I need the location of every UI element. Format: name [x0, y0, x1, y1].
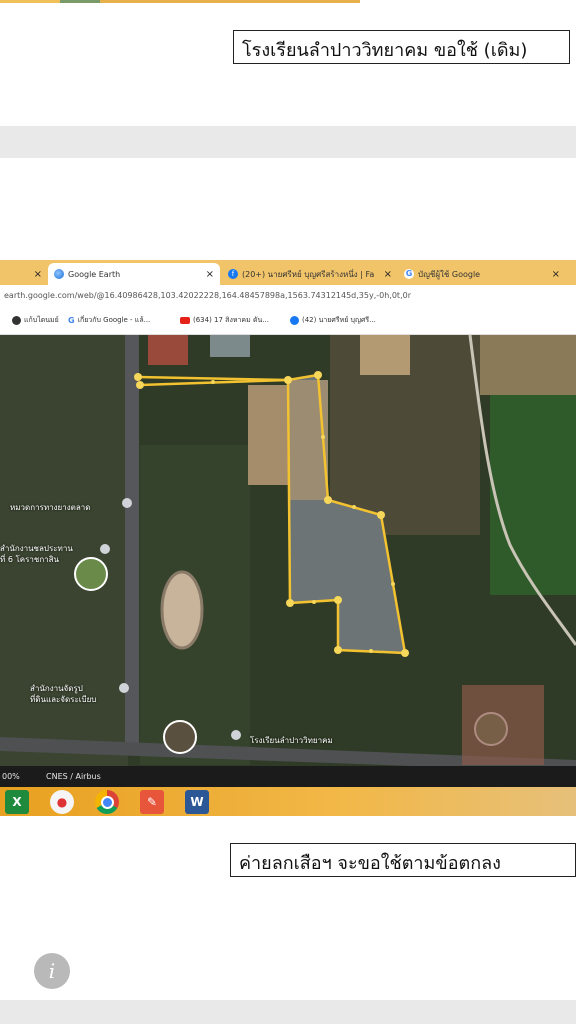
document-page-1: โรงเรียนลำปาววิทยาคม ขอใช้ (เดิม) — [0, 0, 576, 126]
caption-box-original: โรงเรียนลำปาววิทยาคม ขอใช้ (เดิม) — [233, 30, 570, 64]
satellite-imagery — [0, 335, 576, 772]
tab-facebook[interactable]: f (20+) นายศรีหย์ บุญศรีสร้างหนึ่ง | Fa … — [222, 263, 398, 285]
stadium-track — [148, 335, 188, 365]
bookmark-label: แก้บไดนมย์ — [24, 316, 59, 324]
bookmark-label: (634) 17 สิงหาคม ดัน... — [193, 316, 269, 324]
boundary-vertex[interactable] — [334, 596, 342, 604]
google-earth-icon — [54, 269, 64, 279]
google-icon: G — [68, 316, 75, 325]
excel-icon[interactable]: X — [5, 790, 29, 814]
map-label-line: ที่ดินและจัดระเบียบ — [30, 695, 97, 704]
boundary-vertex[interactable] — [286, 599, 294, 607]
imagery-credit: CNES / Airbus — [46, 772, 101, 781]
boundary-vertex[interactable] — [334, 646, 342, 654]
boundary-vertex[interactable] — [324, 496, 332, 504]
google-icon: G — [404, 269, 414, 279]
place-thumbnail[interactable] — [163, 720, 197, 754]
bookmark-label: (42) นายศรีหย์ บุญศรี... — [302, 316, 376, 324]
building — [210, 335, 250, 357]
map-label[interactable]: โรงเรียนลำปาววิทยาคม — [250, 734, 333, 747]
map-pin-icon[interactable] — [119, 683, 129, 693]
bookmark-item[interactable]: แก้บไดนมย์ — [12, 315, 59, 326]
facebook-icon — [290, 316, 299, 325]
tab-close-icon[interactable]: × — [384, 269, 392, 280]
boundary-midpoint[interactable] — [211, 380, 215, 384]
boundary-vertex[interactable] — [377, 511, 385, 519]
bare-field — [248, 385, 290, 485]
map-label-line: ที่ 6 โคราชกาสิน — [0, 555, 60, 564]
youtube-icon — [180, 317, 190, 324]
map-footer: 00% CNES / Airbus — [0, 766, 576, 787]
tab-google-account[interactable]: G บัญชีผู้ใช้ Google × — [398, 263, 566, 285]
map-pin-icon[interactable] — [122, 498, 132, 508]
map-label[interactable]: หมวดการทางยางตลาด — [10, 501, 90, 514]
tab-close-icon[interactable]: × — [34, 269, 42, 280]
field-area — [480, 335, 576, 395]
globe-icon — [12, 316, 21, 325]
bookmark-label: เกี่ยวกับ Google - แล้... — [77, 316, 151, 324]
browser-screenshot: × Google Earth × f (20+) นายศรีหย์ บุญศร… — [0, 260, 576, 816]
boundary-midpoint[interactable] — [321, 435, 325, 439]
security-icon[interactable]: ● — [50, 790, 74, 814]
page-top-strip — [60, 0, 100, 3]
boundary-midpoint[interactable] — [312, 600, 316, 604]
zoom-readout: 00% — [2, 772, 20, 781]
tab-close-icon[interactable]: × — [552, 269, 560, 280]
windows-taskbar: X ● ✎ W — [0, 787, 576, 816]
boundary-vertex[interactable] — [134, 373, 142, 381]
map-label[interactable]: สำนักงานชลประทาน ที่ 6 โคราชกาสิน — [0, 543, 73, 565]
boundary-vertex[interactable] — [401, 649, 409, 657]
tab-close-icon[interactable]: × — [206, 269, 214, 280]
paint-icon[interactable]: ✎ — [140, 790, 164, 814]
field-area — [490, 395, 576, 595]
satellite-map[interactable]: หมวดการทางยางตลาด สำนักงานชลประทาน ที่ 6… — [0, 335, 576, 772]
bookmarks-bar: แก้บไดนมย์ G เกี่ยวกับ Google - แล้... (… — [0, 307, 576, 335]
tab-bar: × Google Earth × f (20+) นายศรีหย์ บุญศร… — [0, 260, 576, 285]
boundary-vertex[interactable] — [136, 381, 144, 389]
boundary-vertex[interactable] — [284, 376, 292, 384]
map-label-line: สำนักงานชลประทาน — [0, 544, 73, 553]
facebook-icon: f — [228, 269, 238, 279]
boundary-vertex[interactable] — [314, 371, 322, 379]
tab-label: (20+) นายศรีหย์ บุญศรีสร้างหนึ่ง | Fa — [242, 269, 375, 279]
address-bar[interactable]: earth.google.com/web/@16.40986428,103.42… — [0, 285, 576, 307]
bookmark-item[interactable]: (634) 17 สิงหาคม ดัน... — [180, 315, 269, 326]
map-label[interactable]: สำนักงานจัดรูป ที่ดินและจัดระเบียบ — [30, 683, 96, 705]
caption-box-agreement: ค่ายลกเสือฯ จะขอใช้ตามข้อตกลง — [230, 843, 576, 877]
word-icon[interactable]: W — [185, 790, 209, 814]
page-top-strip — [0, 0, 60, 3]
tab-google-earth[interactable]: Google Earth × — [48, 263, 220, 285]
place-thumbnail[interactable] — [74, 557, 108, 591]
info-icon[interactable]: i — [34, 953, 70, 989]
tab-label: บัญชีผู้ใช้ Google — [418, 269, 481, 279]
map-pin-icon[interactable] — [231, 730, 241, 740]
map-label-line: สำนักงานจัดรูป — [30, 684, 83, 693]
boundary-midpoint[interactable] — [369, 649, 373, 653]
chrome-icon[interactable] — [95, 790, 119, 814]
map-pin-icon[interactable] — [100, 544, 110, 554]
boundary-midpoint[interactable] — [352, 505, 356, 509]
bare-field — [360, 335, 410, 375]
tab-label: Google Earth — [68, 269, 121, 279]
page-top-strip — [100, 0, 360, 3]
building-compound — [462, 685, 544, 765]
tab-previous[interactable]: × — [0, 263, 48, 285]
running-track — [160, 570, 204, 650]
bookmark-item[interactable]: (42) นายศรีหย์ บุญศรี... — [290, 315, 376, 326]
boundary-midpoint[interactable] — [391, 582, 395, 586]
bookmark-item[interactable]: G เกี่ยวกับ Google - แล้... — [68, 315, 150, 326]
